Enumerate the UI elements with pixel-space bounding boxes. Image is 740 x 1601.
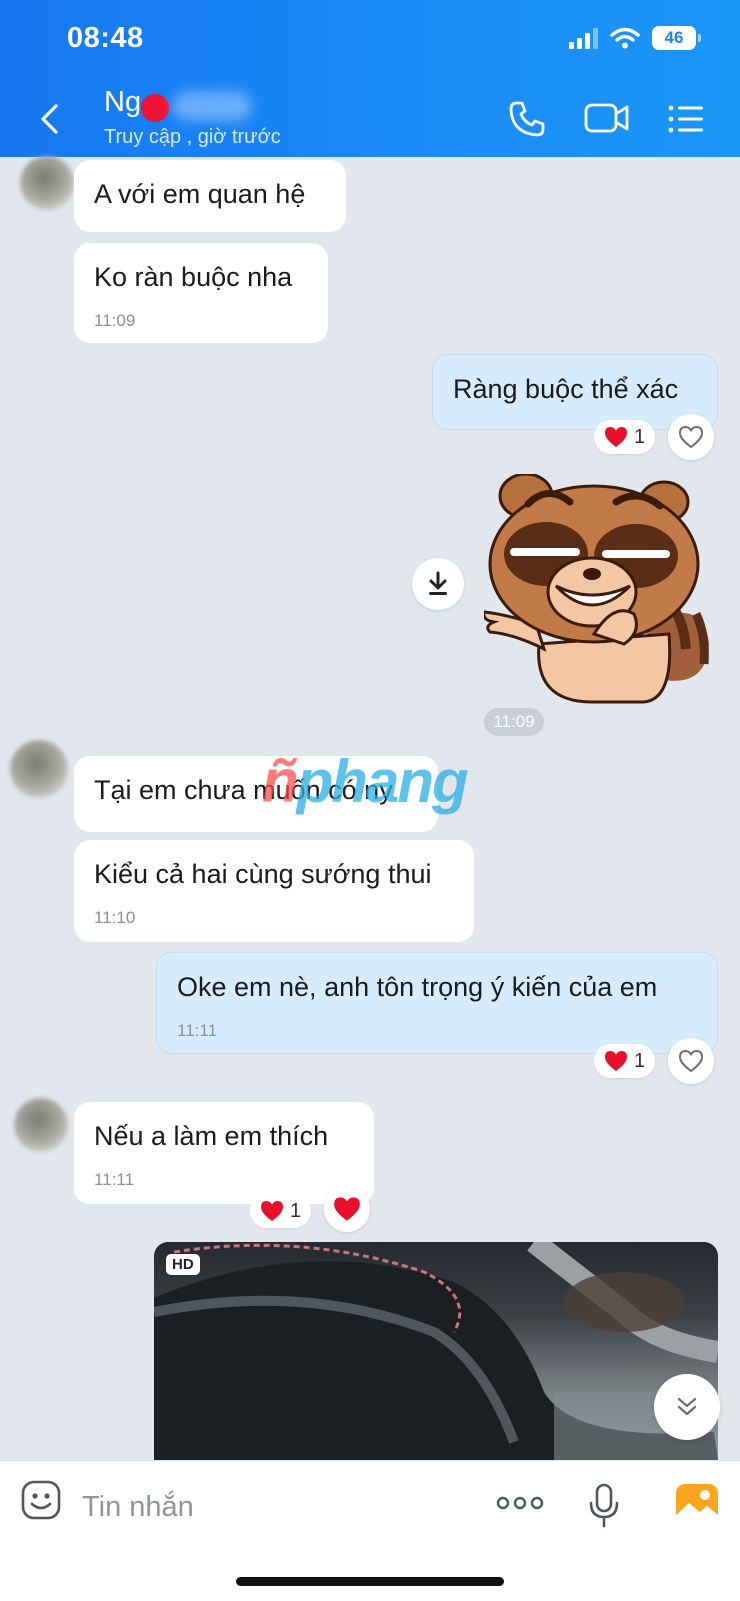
hd-badge: HD xyxy=(166,1254,200,1275)
message-text: Ko ràn buộc nha xyxy=(94,262,293,292)
reaction-count: 1 xyxy=(290,1199,302,1222)
message-bubble[interactable]: Kiểu cả hai cùng sướng thui 11:10 xyxy=(74,840,474,942)
image-gallery-icon[interactable] xyxy=(674,1481,720,1527)
like-button[interactable] xyxy=(668,1038,714,1084)
heart-outline-icon xyxy=(679,426,703,448)
avatar[interactable] xyxy=(20,156,74,210)
avatar[interactable] xyxy=(10,740,68,798)
heart-icon xyxy=(605,1051,627,1071)
more-options-icon[interactable] xyxy=(496,1495,544,1511)
heart-icon xyxy=(334,1197,360,1221)
message-text: Oke em nè, anh tôn trọng ý kiến của em xyxy=(177,972,658,1002)
double-chevron-down-icon xyxy=(677,1397,697,1416)
redaction-blur xyxy=(172,91,252,121)
message-text: Nếu a làm em thích xyxy=(94,1121,329,1151)
video-thumbnail xyxy=(154,1242,718,1460)
status-icons: 46 xyxy=(569,26,701,50)
message-time: 11:11 xyxy=(177,1021,218,1040)
download-icon xyxy=(429,571,447,595)
emoji-sticker-icon[interactable] xyxy=(20,1479,62,1521)
cellular-signal-icon xyxy=(569,27,598,49)
message-bubble[interactable]: Nếu a làm em thích 11:11 xyxy=(74,1102,374,1204)
time-divider: 11:09 xyxy=(484,708,544,736)
video-call-icon[interactable] xyxy=(584,100,630,136)
contact-name[interactable]: Ng xyxy=(104,86,141,119)
message-text: Kiểu cả hai cùng sướng thui xyxy=(94,859,432,889)
avatar[interactable] xyxy=(14,1098,68,1152)
home-indicator xyxy=(236,1577,504,1586)
message-text: Ràng buộc thể xác xyxy=(453,374,679,404)
message-time: 11:11 xyxy=(94,1170,135,1189)
chat-header: 08:48 46 Ng Truy cập , giờ trước xyxy=(0,0,740,157)
reaction-badge[interactable]: 1 xyxy=(250,1194,312,1228)
raccoon-sticker[interactable] xyxy=(484,474,724,704)
like-button-active[interactable] xyxy=(324,1186,370,1232)
message-bubble[interactable]: A với em quan hệ xyxy=(74,160,346,232)
watermark-logo: ñphang xyxy=(262,748,469,815)
heart-outline-icon xyxy=(679,1050,703,1072)
message-time: 11:09 xyxy=(94,311,136,330)
video-message[interactable]: HD xyxy=(154,1242,718,1460)
message-bubble[interactable]: Ko ràn buộc nha 11:09 xyxy=(74,243,328,343)
battery-icon: 46 xyxy=(652,26,701,50)
status-time: 08:48 xyxy=(67,22,144,54)
scroll-to-bottom-button[interactable] xyxy=(654,1374,720,1440)
reaction-badge[interactable]: 1 xyxy=(594,420,656,454)
heart-icon xyxy=(261,1201,283,1221)
menu-list-icon[interactable] xyxy=(668,104,704,134)
contact-last-seen: Truy cập , giờ trước xyxy=(104,126,281,148)
message-composer xyxy=(0,1460,740,1601)
message-text: A với em quan hệ xyxy=(94,179,306,209)
back-arrow-icon[interactable] xyxy=(38,103,60,135)
phone-icon[interactable] xyxy=(508,100,546,138)
message-time: 11:10 xyxy=(94,908,136,927)
reaction-count: 1 xyxy=(634,1049,646,1072)
wifi-icon xyxy=(610,27,640,49)
download-button[interactable] xyxy=(412,558,464,610)
redaction-dot xyxy=(141,94,169,122)
like-button[interactable] xyxy=(668,414,714,460)
reaction-badge[interactable]: 1 xyxy=(594,1044,656,1078)
message-input[interactable] xyxy=(80,1483,464,1531)
message-bubble-own[interactable]: Oke em nè, anh tôn trọng ý kiến của em 1… xyxy=(156,952,718,1054)
heart-icon xyxy=(605,427,627,447)
reaction-count: 1 xyxy=(634,425,646,448)
microphone-icon[interactable] xyxy=(588,1483,620,1529)
